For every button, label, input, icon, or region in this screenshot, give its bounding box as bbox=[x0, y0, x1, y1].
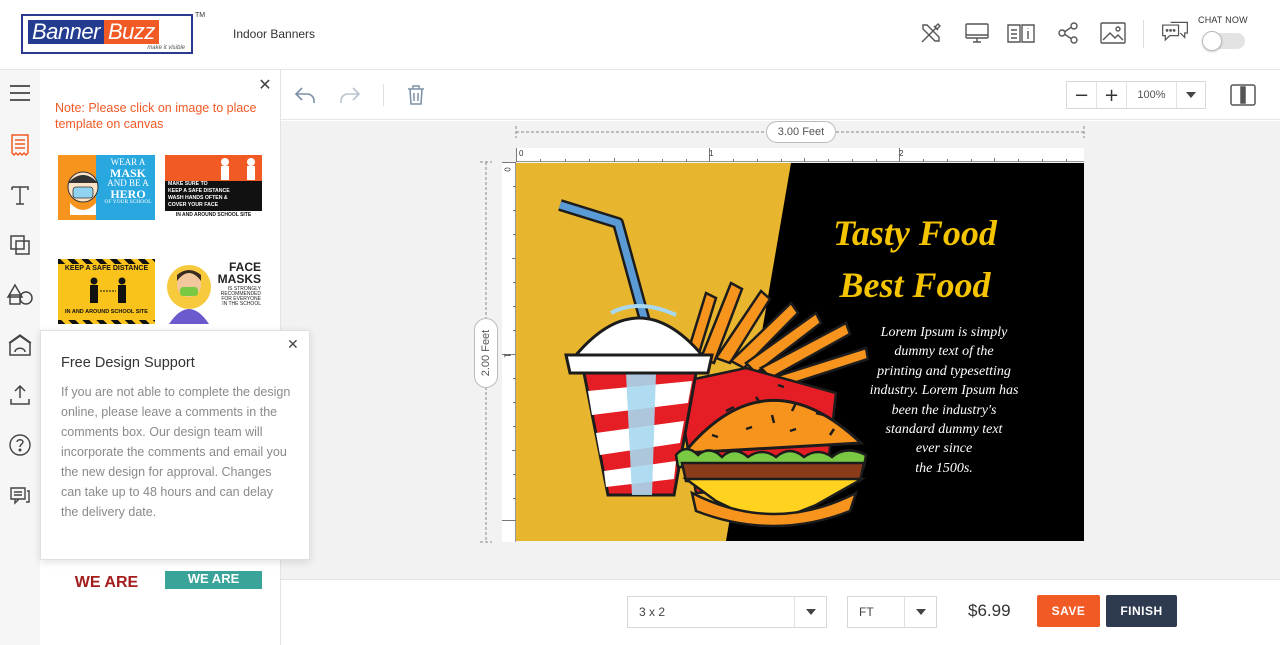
body-line: dummy text of the bbox=[894, 344, 994, 360]
chat-now-label: CHAT NOW bbox=[1198, 15, 1248, 25]
bannerbuzz-logo[interactable]: Banner Buzz make it visible bbox=[21, 14, 193, 54]
delete-icon[interactable] bbox=[403, 82, 429, 108]
mask-person-icon bbox=[167, 265, 211, 324]
banner-body-text[interactable]: Lorem Ipsum is simply dummy text of the … bbox=[846, 323, 1042, 478]
text-icon[interactable] bbox=[4, 179, 36, 211]
logo-text-banner: Banner bbox=[28, 20, 104, 44]
background-icon[interactable] bbox=[4, 329, 36, 361]
body-line: standard dummy text bbox=[885, 422, 1003, 438]
chevron-down-icon bbox=[794, 597, 826, 627]
shapes-icon[interactable] bbox=[4, 279, 36, 311]
thumb-line: IN THE SCHOOL bbox=[222, 301, 261, 307]
free-design-support-popup: Free Design Support ✕ If you are not abl… bbox=[40, 330, 310, 560]
price-label: $6.99 bbox=[968, 601, 1011, 620]
support-text: If you are not able to complete the desi… bbox=[61, 385, 291, 519]
body-line: industry. Lorem Ipsum has bbox=[869, 383, 1019, 399]
help-icon[interactable] bbox=[4, 429, 36, 461]
ruler-number: 2 bbox=[899, 149, 904, 158]
template-thumbnail[interactable]: WE ARE bbox=[165, 571, 262, 589]
body-line: been the industry's bbox=[891, 402, 997, 418]
template-thumbnail[interactable]: WEAR A MASK AND BE A HERO OF YOUR SCHOOL bbox=[58, 155, 155, 220]
people-icon bbox=[90, 277, 126, 303]
width-dimension-label: 3.00 Feet bbox=[766, 121, 836, 143]
thumb-line: KEEP A SAFE DISTANCE bbox=[168, 188, 230, 194]
headline-line: Tasty Food bbox=[833, 213, 997, 253]
thumb-line: MASKS bbox=[217, 272, 261, 286]
template-thumbnail[interactable]: WE ARE bbox=[58, 571, 155, 589]
zoom-out-button[interactable]: − bbox=[1067, 82, 1097, 108]
logo-tagline: make it visible bbox=[147, 45, 185, 51]
preview-icon[interactable] bbox=[962, 18, 992, 48]
size-select[interactable]: 3 x 2 bbox=[627, 596, 827, 628]
tools-icon[interactable] bbox=[916, 18, 946, 48]
vertical-ruler: 0 1 bbox=[502, 162, 516, 542]
headline-line: Best Food bbox=[839, 265, 991, 305]
logo-text-buzz: Buzz bbox=[103, 20, 159, 44]
layers-icon[interactable] bbox=[4, 229, 36, 261]
chat-icon[interactable] bbox=[1160, 18, 1190, 48]
banner-headline[interactable]: Tasty Food Best Food bbox=[790, 207, 1040, 311]
body-line: the 1500s. bbox=[915, 460, 973, 476]
thumb-line: OF YOUR SCHOOL bbox=[104, 199, 152, 205]
zoom-control: − + 100% bbox=[1066, 81, 1206, 109]
template-thumbnail[interactable]: FACE MASKS IS STRONGLY RECOMMENDED FOR E… bbox=[165, 259, 262, 324]
thumb-line: IN AND AROUND SCHOOL SITE bbox=[65, 309, 148, 315]
thumb-line: WE ARE bbox=[74, 574, 139, 589]
unit-select[interactable]: FT bbox=[847, 596, 937, 628]
mask-face-icon bbox=[67, 171, 99, 215]
template-thumbnail[interactable]: MAKE SURE TO KEEP A SAFE DISTANCE WASH H… bbox=[165, 155, 262, 220]
template-thumbnail[interactable]: KEEP A SAFE DISTANCE IN AND AROUND SCHOO… bbox=[58, 259, 155, 324]
thumb-line: KEEP A SAFE DISTANCE bbox=[64, 265, 149, 272]
zoom-in-button[interactable]: + bbox=[1097, 82, 1127, 108]
thumb-line: WE ARE bbox=[187, 571, 240, 586]
toolbar-separator bbox=[383, 84, 384, 106]
size-select-value: 3 x 2 bbox=[639, 605, 666, 619]
ruler-number: 0 bbox=[519, 149, 524, 158]
guide-icon[interactable] bbox=[1006, 18, 1036, 48]
upload-icon[interactable] bbox=[4, 379, 36, 411]
toggle-knob bbox=[1202, 31, 1222, 51]
save-button[interactable]: SAVE bbox=[1037, 595, 1100, 627]
zoom-dropdown-icon[interactable] bbox=[1177, 82, 1205, 108]
image-icon[interactable] bbox=[1098, 18, 1128, 48]
finish-button[interactable]: FINISH bbox=[1106, 595, 1177, 627]
unit-select-value: FT bbox=[859, 605, 874, 619]
close-panel-icon[interactable]: ✕ bbox=[258, 77, 272, 93]
comments-icon[interactable] bbox=[4, 479, 36, 511]
undo-icon[interactable] bbox=[292, 82, 318, 108]
layout-toggle-icon[interactable] bbox=[1229, 82, 1257, 108]
ruler-number: 0 bbox=[502, 167, 512, 172]
body-line: printing and typesetting bbox=[877, 363, 1011, 379]
thumb-line: IN AND AROUND SCHOOL SITE bbox=[165, 211, 262, 220]
redo-icon[interactable] bbox=[337, 82, 363, 108]
height-dimension-label: 2.00 Feet bbox=[474, 318, 498, 388]
product-name: Indoor Banners bbox=[233, 27, 316, 41]
ruler-number: 1 bbox=[709, 149, 714, 158]
horizontal-ruler: 0 1 2 bbox=[516, 148, 1084, 162]
thumb-line: MAKE SURE TO bbox=[168, 181, 208, 187]
panel-note: Note: Please click on image to place tem… bbox=[55, 101, 257, 131]
support-title: Free Design Support bbox=[61, 355, 195, 371]
logo-trademark: TM bbox=[195, 12, 206, 19]
templates-icon[interactable] bbox=[4, 129, 36, 161]
chat-toggle[interactable] bbox=[1202, 31, 1245, 51]
chevron-down-icon bbox=[904, 597, 936, 627]
ruler-number: 1 bbox=[502, 353, 512, 358]
header-separator bbox=[1143, 20, 1144, 48]
body-line: ever since bbox=[915, 441, 973, 457]
share-icon[interactable] bbox=[1053, 18, 1083, 48]
close-support-icon[interactable]: ✕ bbox=[287, 337, 299, 353]
menu-icon[interactable] bbox=[4, 77, 36, 109]
body-line: Lorem Ipsum is simply bbox=[880, 325, 1008, 340]
zoom-value[interactable]: 100% bbox=[1127, 82, 1177, 108]
thumb-line: WASH HANDS OFTEN & bbox=[168, 195, 228, 201]
height-dimension-text: 2.00 Feet bbox=[480, 329, 492, 377]
thumb-line: COVER YOUR FACE bbox=[168, 202, 219, 208]
